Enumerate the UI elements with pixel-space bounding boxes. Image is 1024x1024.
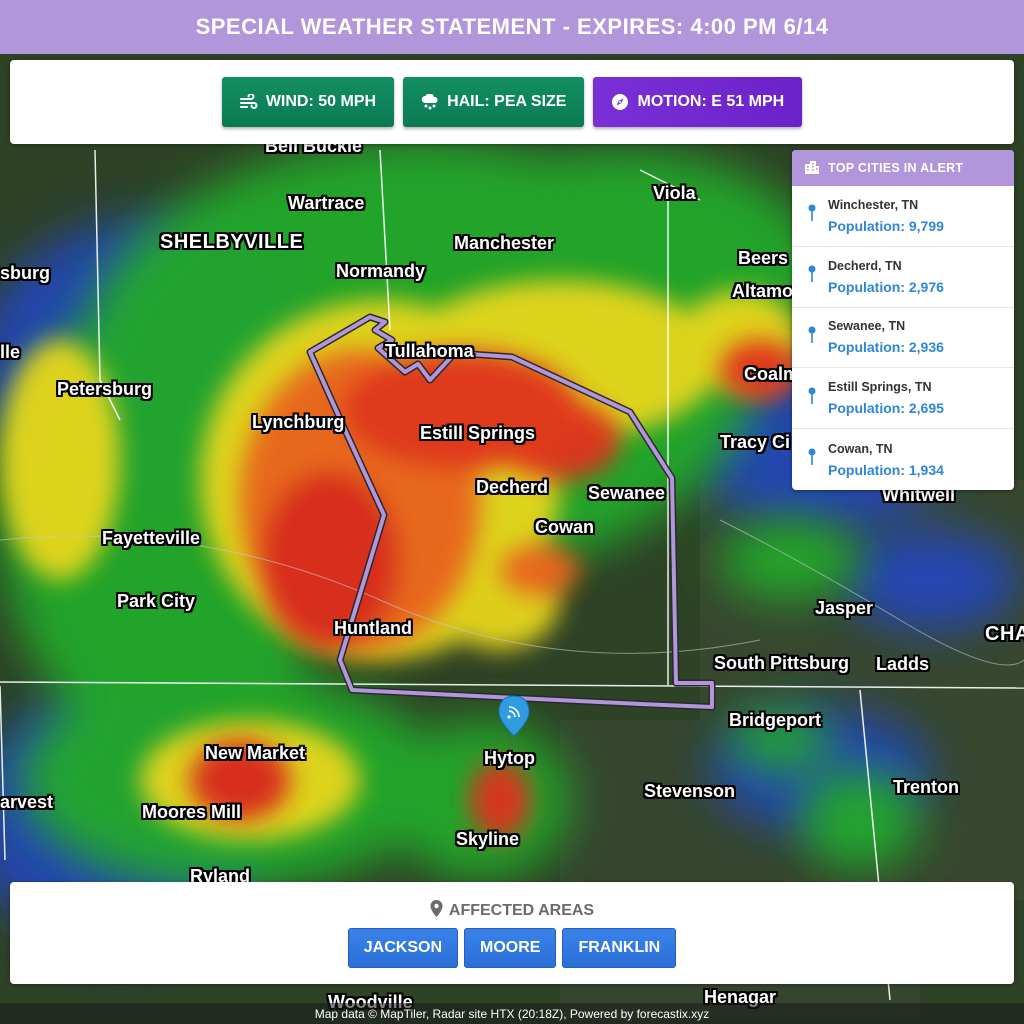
city-name: Cowan, TN [828,441,893,456]
map-label: Park City [117,591,196,611]
wind-icon [239,94,258,110]
map-label: CHA [985,623,1024,645]
compass-icon [611,93,629,111]
city-name: Decherd, TN [828,258,902,273]
map-label: Hytop [484,748,535,768]
top-cities-header: TOP CITIES IN ALERT [792,150,1014,186]
city-name: Estill Springs, TN [828,380,932,395]
map-label: Ladds [876,654,930,674]
map-label: Estill Springs [420,423,536,443]
map-label: Huntland [334,618,412,638]
map-pin-icon [808,265,816,288]
affected-areas-title: AFFECTED AREAS [448,902,595,919]
map-label: Trenton [893,777,959,797]
map-label: Beers [738,248,789,268]
alert-header: SPECIAL WEATHER STATEMENT - EXPIRES: 4:0… [0,0,1024,54]
city-item[interactable]: Winchester, TN Population: 9,799 [792,186,1014,247]
city-population: Population: 2,976 [828,278,944,295]
map-label: Wartrace [288,193,365,213]
map-label: New Market [205,743,306,763]
county-button-franklin[interactable]: FRANKLIN [562,928,677,968]
map-label: Petersburg [57,379,153,399]
map-label: Decherd [476,477,549,497]
city-population: Population: 2,936 [828,339,944,356]
motion-chip[interactable]: MOTION: E 51 MPH [593,77,803,127]
top-cities-card: TOP CITIES IN ALERT Winchester, TN Popul… [792,150,1014,490]
attribution-text: Map data © MapTiler, Radar site HTX (20:… [314,1006,710,1021]
map-label: Sewanee [588,483,666,503]
map-label: sburg [0,263,51,283]
wind-chip[interactable]: WIND: 50 MPH [221,77,395,127]
wind-label: WIND: 50 MPH [265,93,377,110]
map-pin-icon [808,387,816,410]
top-cities-title: TOP CITIES IN ALERT [828,161,964,175]
city-item[interactable]: Estill Springs, TN Population: 2,695 [792,368,1014,430]
city-name: Winchester, TN [828,197,919,212]
county-button-moore[interactable]: MOORE [464,928,557,968]
map-label: SHELBYVILLE [160,231,304,253]
location-pin-icon [430,900,443,922]
city-name: Sewanee, TN [828,319,906,334]
motion-label: MOTION: E 51 MPH [637,93,785,110]
map-label: Stevenson [644,781,736,801]
map-label: Altamo [732,281,794,301]
map-label: Manchester [454,233,555,253]
city-icon [804,160,820,177]
city-population: Population: 2,695 [828,400,944,417]
county-buttons: JACKSON MOORE FRANKLIN [10,928,1014,968]
city-item[interactable]: Sewanee, TN Population: 2,936 [792,308,1014,369]
map-pin-icon [808,326,816,349]
map-label: Moores Mill [142,802,242,822]
map-label: Normandy [336,261,426,281]
city-population: Population: 9,799 [828,217,944,234]
map-label: lle [0,342,21,362]
hail-label: HAIL: PEA SIZE [447,93,567,110]
alert-title: SPECIAL WEATHER STATEMENT - EXPIRES: 4:0… [195,14,829,39]
affected-areas-panel: AFFECTED AREAS JACKSON MOORE FRANKLIN [10,882,1014,984]
map-pin-icon [808,204,816,227]
hail-chip[interactable]: HAIL: PEA SIZE [403,77,585,127]
map-label: Skyline [456,829,520,849]
map-attribution: Map data © MapTiler, Radar site HTX (20:… [0,1003,1024,1024]
map-label: Cowan [535,517,595,537]
hail-icon [421,93,439,111]
map-label: Viola [653,183,696,203]
city-population: Population: 1,934 [828,461,944,478]
map-pin-icon [808,448,816,471]
map-label: Lynchburg [252,412,345,432]
map-label: Bridgeport [729,710,821,730]
city-item[interactable]: Cowan, TN Population: 1,934 [792,429,1014,490]
map-label: arvest [0,792,54,812]
county-button-jackson[interactable]: JACKSON [347,928,458,968]
map-label: Fayetteville [102,528,201,548]
map-label: Coalm [744,364,800,384]
map-label: South Pittsburg [714,653,849,673]
map-label: Jasper [815,598,874,618]
affected-areas-header: AFFECTED AREAS [10,900,1014,922]
map-label: Tullahoma [385,341,474,361]
alert-details-panel: WIND: 50 MPH HAIL: PEA SIZE MOTION: E 51… [10,60,1014,144]
city-item[interactable]: Decherd, TN Population: 2,976 [792,247,1014,308]
map-label: Tracy Ci [720,432,791,452]
